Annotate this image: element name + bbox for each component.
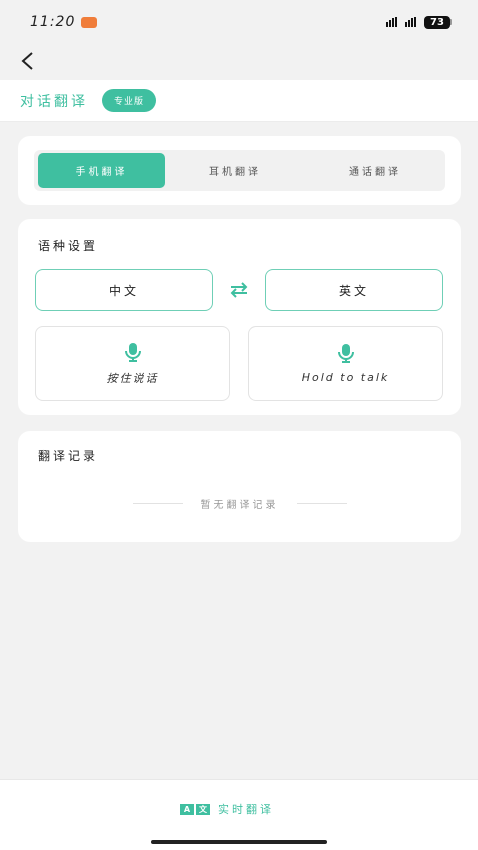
- nav-bar: [0, 44, 478, 78]
- status-bar: 11:20 73: [0, 0, 478, 44]
- back-button[interactable]: [12, 46, 42, 76]
- target-language-button[interactable]: 英文: [265, 269, 443, 311]
- microphone-icon: [337, 344, 354, 363]
- mode-tabs: 手机翻译 耳机翻译 通话翻译: [34, 150, 445, 191]
- az-icon-letter-a: A: [180, 803, 194, 815]
- realtime-translate-label: 实时翻译: [218, 803, 274, 816]
- language-settings-card: 语种设置 中文 英文 按住说话 Hold to talk: [18, 219, 461, 415]
- back-arrow-icon: [21, 52, 33, 70]
- home-indicator[interactable]: [151, 840, 327, 844]
- hold-to-talk-chinese-button[interactable]: 按住说话: [35, 326, 230, 401]
- notification-app-icon: [81, 16, 98, 28]
- divider-left: [132, 502, 183, 504]
- hold-to-talk-english-label: Hold to talk: [301, 371, 390, 384]
- empty-records-text: 暂无翻译记录: [200, 499, 279, 511]
- page-title: 对话翻译: [20, 93, 88, 110]
- status-left: 11:20: [30, 14, 98, 30]
- microphone-icon: [124, 342, 141, 362]
- translation-records-title: 翻译记录: [38, 449, 99, 463]
- tab-earphone-translate[interactable]: 耳机翻译: [165, 150, 305, 191]
- divider-right: [296, 502, 347, 504]
- source-language-button[interactable]: 中文: [35, 269, 213, 311]
- hold-to-talk-chinese-label: 按住说话: [106, 371, 159, 385]
- hold-to-talk-english-button[interactable]: Hold to talk: [248, 326, 443, 401]
- swap-languages-button[interactable]: [229, 281, 249, 299]
- status-time: 11:20: [30, 14, 76, 30]
- language-settings-title: 语种设置: [38, 239, 99, 253]
- realtime-translate-button[interactable]: A 文 实时翻译: [180, 798, 274, 820]
- pro-badge: 专业版: [102, 89, 157, 112]
- swap-icon: [230, 282, 248, 298]
- tab-call-translate[interactable]: 通话翻译: [305, 150, 445, 191]
- battery-level: 73: [424, 15, 450, 29]
- title-bar: 对话翻译 专业版: [0, 80, 478, 122]
- status-right: 73: [386, 15, 452, 29]
- az-translate-icon: A 文: [180, 803, 210, 815]
- translation-records-card: 翻译记录 暂无翻译记录: [18, 431, 461, 542]
- empty-records-row: 暂无翻译记录: [18, 495, 461, 511]
- battery-icon: 73: [424, 15, 452, 29]
- signal-icon-2: [405, 17, 416, 27]
- az-icon-letter-wen: 文: [196, 803, 210, 815]
- tab-phone-translate[interactable]: 手机翻译: [38, 153, 165, 188]
- mode-card: 手机翻译 耳机翻译 通话翻译: [18, 136, 461, 205]
- signal-icon: [386, 17, 397, 27]
- bottom-bar: A 文 实时翻译: [0, 779, 478, 850]
